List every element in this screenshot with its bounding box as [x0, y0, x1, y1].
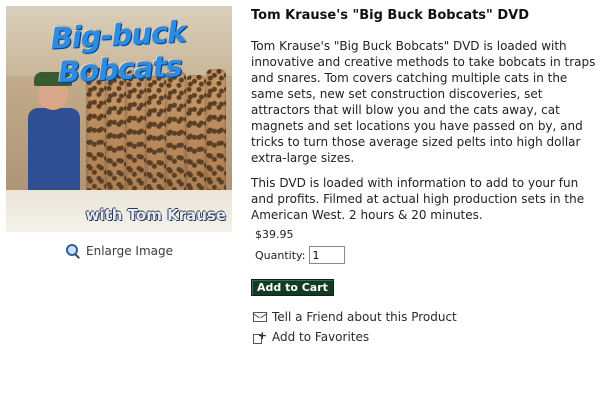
product-price: $39.95 [255, 228, 294, 241]
enlarge-image-label: Enlarge Image [86, 244, 173, 258]
tell-a-friend-label: Tell a Friend about this Product [272, 310, 457, 324]
tell-a-friend-link[interactable]: Tell a Friend about this Product [253, 310, 457, 324]
quantity-row: Quantity: [255, 246, 346, 264]
magnifier-icon [66, 244, 80, 259]
cover-byline: with Tom Krause [85, 206, 226, 224]
product-description-2: This DVD is loaded with information to a… [251, 176, 585, 222]
add-to-favorites-label: Add to Favorites [272, 330, 370, 344]
quantity-input[interactable] [309, 246, 346, 264]
add-favorite-icon: + [253, 330, 267, 344]
product-description-1: Tom Krause's "Big Buck Bobcats" DVD is l… [251, 39, 596, 165]
add-to-cart-button[interactable]: Add to Cart [251, 279, 334, 296]
quantity-label: Quantity: [255, 248, 306, 262]
enlarge-image-link[interactable]: Enlarge Image [66, 244, 173, 259]
cover-title: Big-buck Bobcats [49, 14, 187, 90]
product-title: Tom Krause's "Big Buck Bobcats" DVD [251, 8, 529, 23]
product-image[interactable]: Big-buck Bobcats with Tom Krause [6, 6, 232, 232]
envelope-icon [253, 312, 267, 322]
add-to-favorites-link[interactable]: + Add to Favorites [253, 330, 369, 344]
product-details: Tom Krause's "Big Buck Bobcats" DVD Tom … [251, 8, 596, 232]
